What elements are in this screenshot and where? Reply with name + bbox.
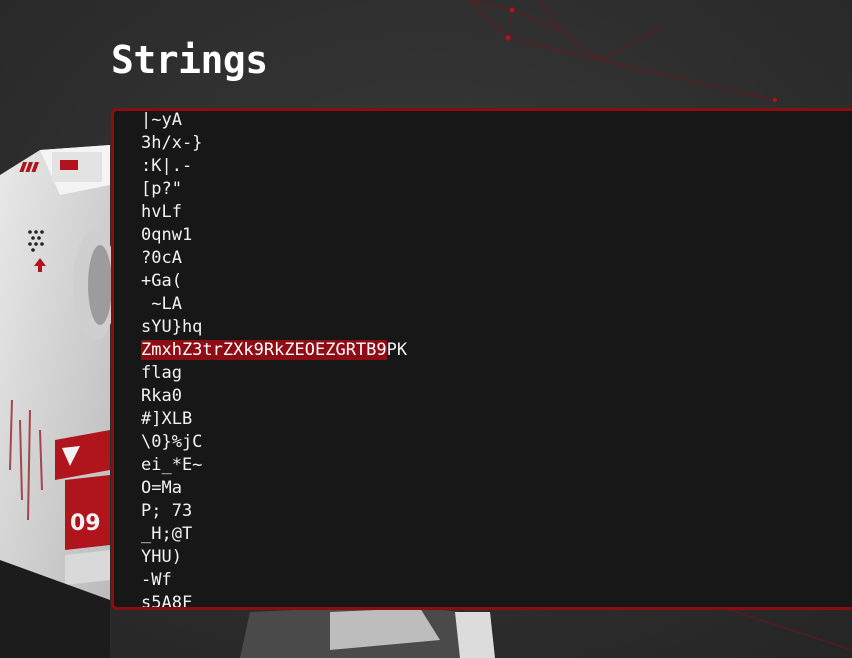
string-line[interactable]: O=Ma (141, 477, 852, 500)
string-line[interactable]: flag (141, 362, 852, 385)
string-line[interactable]: :K|.- (141, 155, 852, 178)
string-line[interactable]: Rka0 (141, 385, 852, 408)
strings-output-panel[interactable]: |~yA 3h/x-}:K|.- [p?" hvLf 0qnw1 ?0cA +Ga( ~LA… (111, 108, 852, 610)
string-line[interactable]: #]XLB (141, 408, 852, 431)
string-line[interactable]: P; 73 (141, 500, 852, 523)
string-line[interactable]: \0}%jC (141, 431, 852, 454)
string-line[interactable]: +Ga( (141, 270, 852, 293)
string-line[interactable]: |~yA (141, 111, 852, 132)
string-line[interactable]: hvLf (141, 201, 852, 224)
svg-text:09: 09 (70, 511, 101, 536)
strings-list: |~yA 3h/x-}:K|.- [p?" hvLf 0qnw1 ?0cA +Ga( ~LA… (141, 111, 852, 607)
string-line[interactable]: YHU) (141, 546, 852, 569)
string-line[interactable]: 0qnw1 (141, 224, 852, 247)
string-line[interactable]: _H;@T (141, 523, 852, 546)
highlighted-selection[interactable]: ZmxhZ3trZXk9RkZEOEZGRTB9 (141, 340, 387, 360)
string-line[interactable]: [p?" (141, 178, 852, 201)
string-line[interactable]: ~LA (141, 293, 852, 316)
page-title: Strings (111, 38, 268, 82)
robot-helmet-illustration: 09 (0, 145, 117, 658)
unselected-text: PK (386, 340, 408, 360)
string-line[interactable]: ei_*E~ (141, 454, 852, 477)
string-line[interactable]: 3h/x-} (141, 132, 852, 155)
string-line[interactable]: -Wf (141, 569, 852, 592)
string-line[interactable]: ZmxhZ3trZXk9RkZEOEZGRTB9PK (141, 339, 852, 362)
string-line[interactable]: s5A8F (141, 592, 852, 607)
bottom-artwork-hint (240, 605, 495, 658)
string-line[interactable]: ?0cA (141, 247, 852, 270)
string-line[interactable]: sYU}hq (141, 316, 852, 339)
